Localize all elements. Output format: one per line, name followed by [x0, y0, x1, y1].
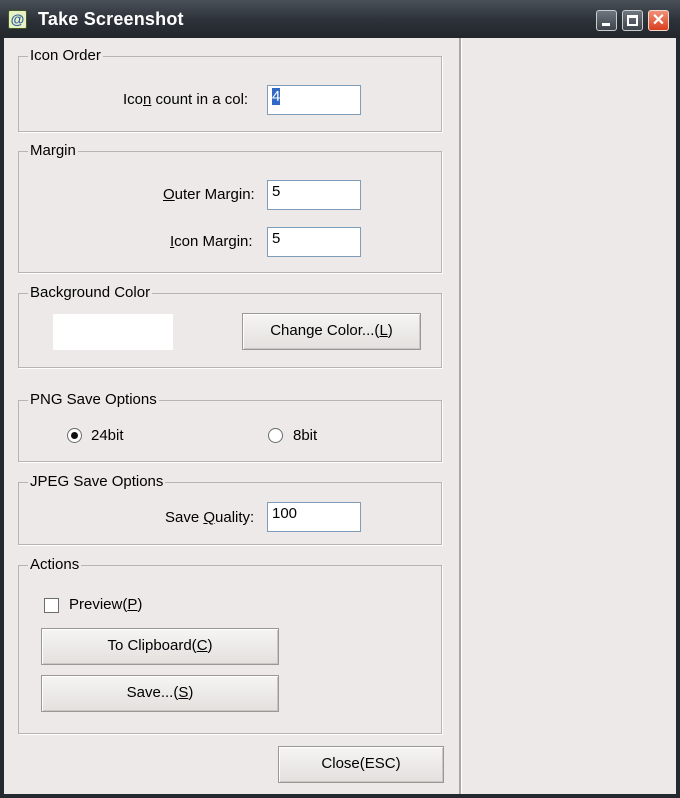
- title-bar[interactable]: @ Take Screenshot ✕: [0, 0, 680, 38]
- icon-margin-input[interactable]: 5: [267, 227, 361, 257]
- background-color-title: Background Color: [28, 284, 153, 302]
- preview-label: Preview(P): [69, 596, 143, 613]
- icon-margin-label: Icon Margin:: [170, 233, 253, 250]
- preview-checkbox[interactable]: [44, 598, 59, 613]
- minimize-icon: [602, 23, 610, 26]
- save-quality-label: Save Quality:: [165, 509, 255, 526]
- icon-count-input[interactable]: 4: [267, 85, 361, 115]
- maximize-icon: [627, 15, 638, 26]
- outer-margin-label: Outer Margin:: [163, 186, 255, 203]
- actions-group: Actions Preview(P) To Clipboard(C) Save.…: [18, 556, 442, 734]
- outer-margin-input[interactable]: 5: [267, 180, 361, 210]
- png-options-group: PNG Save Options 24bit 8bit: [18, 391, 442, 462]
- color-swatch: [53, 314, 173, 350]
- window-title: Take Screenshot: [38, 9, 184, 29]
- to-clipboard-button[interactable]: To Clipboard(C): [41, 628, 279, 665]
- close-icon: ✕: [651, 12, 666, 29]
- jpeg-options-title: JPEG Save Options: [28, 473, 166, 491]
- take-screenshot-window: @ Take Screenshot ✕ Icon Order Icon coun…: [0, 0, 680, 798]
- radio-24bit[interactable]: [67, 428, 82, 443]
- close-window-button[interactable]: ✕: [648, 10, 669, 31]
- save-button[interactable]: Save...(S): [41, 675, 279, 712]
- margin-title: Margin: [28, 142, 78, 160]
- actions-title: Actions: [28, 556, 82, 574]
- background-color-group: Background Color Change Color...(L): [18, 284, 442, 368]
- dialog-client-area: Icon Order Icon count in a col: 4 Margin…: [4, 38, 676, 794]
- radio-24bit-label: 24bit: [91, 427, 124, 444]
- margin-group: Margin Outer Margin: 5 Icon Margin: 5: [18, 142, 442, 273]
- radio-selected-dot: [71, 432, 78, 439]
- icon-count-label: Icon count in a col:: [123, 91, 249, 108]
- radio-8bit-label: 8bit: [293, 427, 318, 444]
- radio-8bit[interactable]: [268, 428, 283, 443]
- icon-order-title: Icon Order: [28, 47, 103, 65]
- minimize-button[interactable]: [596, 10, 617, 31]
- save-quality-input[interactable]: 100: [267, 502, 361, 532]
- png-options-title: PNG Save Options: [28, 391, 159, 409]
- change-color-button[interactable]: Change Color...(L): [242, 313, 421, 350]
- close-esc-button[interactable]: Close(ESC): [278, 746, 444, 783]
- jpeg-options-group: JPEG Save Options Save Quality: 100: [18, 473, 442, 545]
- maximize-button[interactable]: [622, 10, 643, 31]
- app-icon: @: [8, 10, 27, 29]
- preview-divider: [459, 38, 462, 794]
- icon-order-group: Icon Order Icon count in a col: 4: [18, 47, 442, 132]
